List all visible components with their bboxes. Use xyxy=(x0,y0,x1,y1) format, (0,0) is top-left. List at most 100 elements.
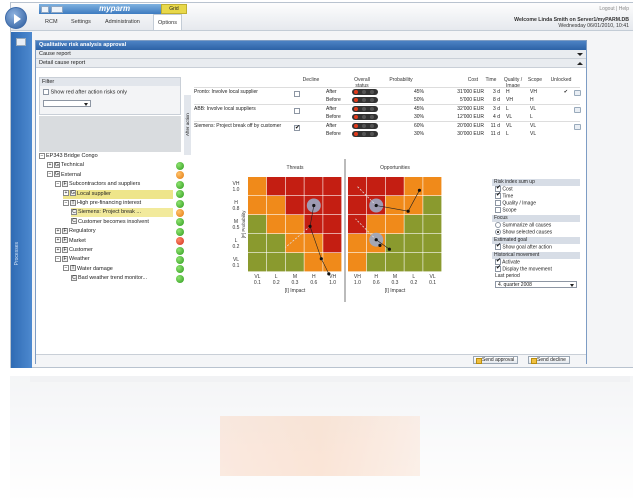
dropdown-icon[interactable] xyxy=(51,6,63,13)
option-scope[interactable]: Scope xyxy=(492,207,580,214)
action-row[interactable]: Pronto: Involve local supplier After 45% 31… xyxy=(194,87,581,103)
grid-tab[interactable]: Grid xyxy=(161,4,187,14)
tree-node[interactable]: + F Customer xyxy=(55,246,173,255)
summarize-radio[interactable] xyxy=(495,222,501,228)
tree-node[interactable]: + F Market xyxy=(55,237,173,246)
status-lights-icon xyxy=(352,123,378,129)
send-approval-button[interactable]: Send approval xyxy=(473,356,519,364)
expand-icon[interactable]: + xyxy=(47,161,53,168)
x-tick-value: 0.3 xyxy=(292,280,299,286)
show-goal-label: Show goal after action xyxy=(502,244,552,251)
tree-node[interactable]: − T High pre-financing interest xyxy=(63,199,173,208)
chevron-up-icon[interactable] xyxy=(577,62,583,65)
scope-checkbox[interactable] xyxy=(495,207,501,213)
tab-administration[interactable]: Administration xyxy=(101,14,144,30)
tree-node[interactable]: C Customer becomes insolvent xyxy=(71,218,173,227)
status-light-icon xyxy=(176,218,184,227)
cell-scope: VL xyxy=(530,123,537,129)
expand-icon[interactable]: + xyxy=(55,237,61,244)
logout-help-links[interactable]: Logout | Help xyxy=(599,6,629,12)
time-label: Time xyxy=(502,193,514,200)
detail-view-icon[interactable] xyxy=(574,107,581,113)
estimated-goal-header[interactable]: Estimated goal xyxy=(492,237,580,244)
historical-header[interactable]: Historical movement xyxy=(492,252,580,259)
action-row[interactable]: Siemens: Project break off by customer Af… xyxy=(194,121,581,137)
detail-cause-report-section[interactable]: Detail cause report xyxy=(36,59,586,68)
option-activate[interactable]: Activate xyxy=(492,258,580,266)
collapse-icon[interactable]: − xyxy=(55,255,61,262)
title-bar: myparm xyxy=(39,4,161,14)
sidebar: Processes xyxy=(11,32,32,368)
tree-node[interactable]: C Siemens: Project break ... xyxy=(71,208,173,218)
expand-icon[interactable]: + xyxy=(55,227,61,234)
cell-prob: 30% xyxy=(413,114,424,120)
collapse-icon[interactable]: − xyxy=(39,152,45,159)
risk-index-header[interactable]: Risk index sum up xyxy=(492,179,580,186)
tab-options[interactable]: Options xyxy=(153,14,182,30)
tree-node[interactable]: + G Local supplier xyxy=(63,189,173,199)
cost-label: Cost xyxy=(502,186,513,193)
tree-node[interactable]: − EP343 Bridge Congo xyxy=(39,152,173,161)
app-menu-orb-icon[interactable] xyxy=(5,7,27,29)
tree-node[interactable]: − G External xyxy=(47,171,173,180)
option-cost[interactable]: Cost xyxy=(492,185,580,193)
show-red-checkbox[interactable] xyxy=(43,89,49,95)
show-goal-checkbox[interactable] xyxy=(495,243,501,250)
chevron-down-icon[interactable] xyxy=(577,53,583,56)
tree-node[interactable]: − F Subcontractors and suppliers xyxy=(55,180,173,189)
before-label: Before xyxy=(326,114,341,120)
quality-checkbox[interactable] xyxy=(495,200,501,206)
focus-title: Focus xyxy=(494,215,508,221)
decline-checkbox[interactable] xyxy=(294,124,300,131)
tab-settings[interactable]: Settings xyxy=(67,14,95,30)
tree-node-label: Weather xyxy=(69,256,90,263)
threat-cell xyxy=(248,177,267,196)
x-tick-value: 0.3 xyxy=(392,280,399,286)
option-display-movement[interactable]: Display the movement xyxy=(492,265,580,273)
save-icon[interactable] xyxy=(41,6,49,13)
tree-node[interactable]: C Bad weather trend monitor... xyxy=(71,274,173,283)
tree-node[interactable]: + G Technical xyxy=(47,161,173,170)
tab-rcm[interactable]: RCM xyxy=(41,14,62,30)
time-checkbox[interactable] xyxy=(495,192,501,199)
option-time[interactable]: Time xyxy=(492,192,580,200)
activate-label: Activate xyxy=(502,259,520,266)
option-show-goal[interactable]: Show goal after action xyxy=(492,243,580,251)
expand-icon[interactable]: + xyxy=(63,190,69,197)
node-type-icon: F xyxy=(62,237,68,244)
show-red-option[interactable]: Show red after action risks only xyxy=(43,89,127,95)
collapse-icon[interactable]: − xyxy=(47,171,53,178)
tree-node[interactable]: + F Regulatory xyxy=(55,227,173,236)
option-quality[interactable]: Quality / Image xyxy=(492,200,580,207)
decline-checkbox[interactable] xyxy=(294,108,300,114)
decline-checkbox[interactable] xyxy=(294,91,300,97)
last-period-select[interactable]: 4. quarter 2008 xyxy=(495,281,577,288)
focus-header[interactable]: Focus xyxy=(492,215,580,222)
expand-icon[interactable]: + xyxy=(55,246,61,253)
opportunity-cell xyxy=(366,215,385,234)
node-type-icon: C xyxy=(71,208,77,215)
collapse-icon[interactable]: − xyxy=(63,199,69,206)
show-selected-radio[interactable] xyxy=(495,229,501,235)
cause-report-section[interactable]: Cause report xyxy=(36,50,586,59)
sidebar-processes-label[interactable]: Processes xyxy=(14,242,20,265)
filter-header[interactable]: Filter xyxy=(40,78,180,86)
opportunity-cell xyxy=(423,215,442,234)
collapse-icon[interactable]: − xyxy=(63,265,69,272)
send-decline-button[interactable]: Send decline xyxy=(528,356,570,364)
show-red-label: Show red after action risks only xyxy=(50,89,127,96)
collapse-icon[interactable]: − xyxy=(55,180,61,187)
navigator-icon[interactable] xyxy=(16,38,26,46)
option-show-selected[interactable]: Show selected causes xyxy=(492,229,580,236)
status-dot xyxy=(370,124,374,128)
y-tick-value: 0.8 xyxy=(233,206,240,212)
detail-view-icon[interactable] xyxy=(574,90,581,96)
display-movement-checkbox[interactable] xyxy=(495,265,501,272)
filter-select[interactable] xyxy=(43,100,91,107)
tree-node[interactable]: − F Weather xyxy=(55,255,173,264)
tree-node[interactable]: − T Water damage xyxy=(63,265,173,274)
option-summarize[interactable]: Summarize all causes xyxy=(492,222,580,229)
action-row[interactable]: ABB: Involve local suppliers After 45% 32'0… xyxy=(194,104,581,120)
cell-cost: 20'000 EUR xyxy=(457,123,484,129)
detail-view-icon[interactable] xyxy=(574,124,581,130)
